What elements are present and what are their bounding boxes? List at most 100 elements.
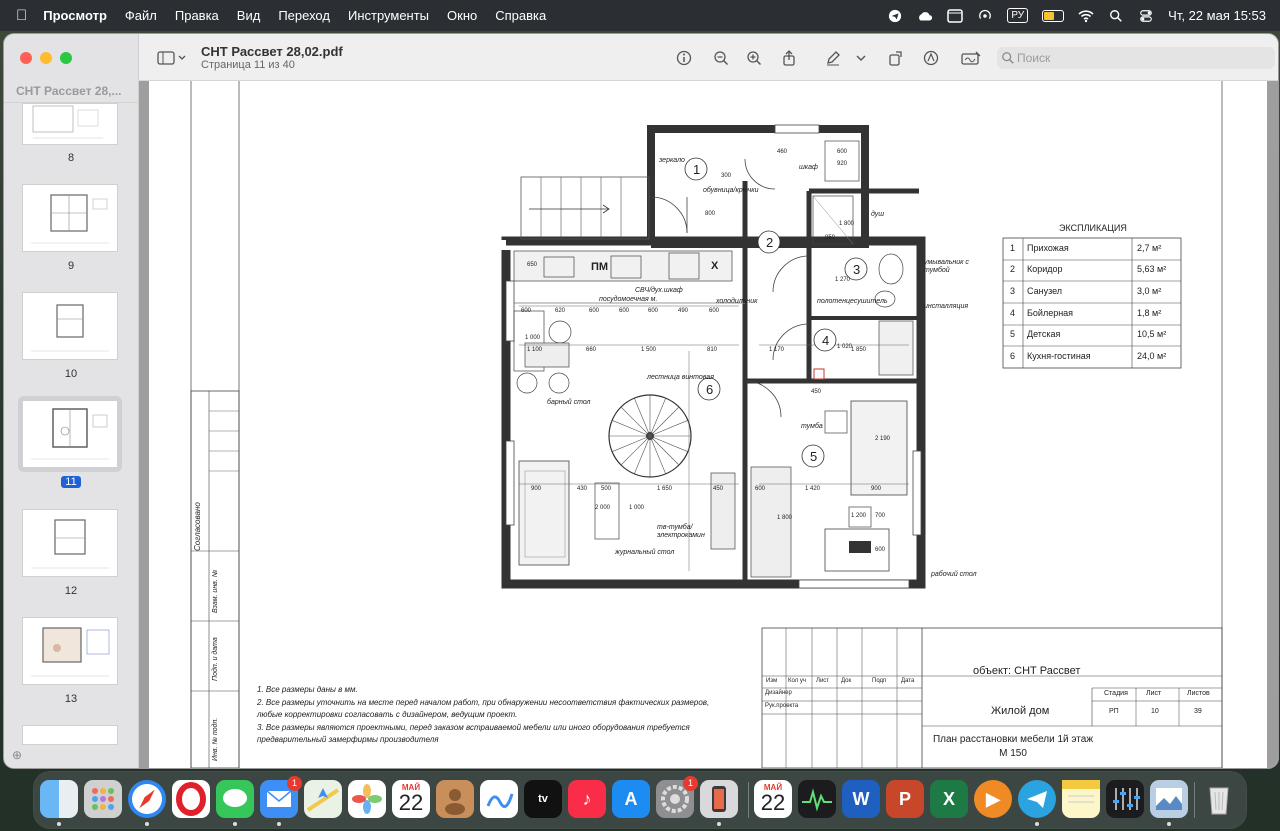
contacts-icon[interactable] <box>436 780 474 818</box>
telegram-icon[interactable] <box>1018 780 1056 818</box>
running-indicator <box>1167 822 1171 826</box>
explication-room-name: Санузел <box>1027 286 1063 296</box>
running-indicator <box>717 822 721 826</box>
input-source-badge[interactable]: РУ <box>1007 8 1029 23</box>
document-viewport[interactable]: 1 2 3 4 5 6 зеркало обувница/крючки шкаф… <box>139 81 1278 768</box>
trash-icon[interactable] <box>1200 780 1238 818</box>
word-icon[interactable]: W <box>842 780 880 818</box>
page-thumbnail-9[interactable] <box>23 185 117 251</box>
label-install: инсталляция <box>924 303 969 310</box>
dim: 920 <box>837 161 848 167</box>
system-settings-icon[interactable]: 1 <box>656 776 698 818</box>
sidebar-toggle-icon[interactable] <box>157 50 187 66</box>
stamp-sheet-title: План расстановки мебели 1й этаж <box>932 734 1094 745</box>
note-line: 1. Все размеры даны в мм. <box>257 685 358 694</box>
minimize-button[interactable] <box>40 52 52 64</box>
chevron-down-icon[interactable] <box>855 50 867 66</box>
control-center-icon[interactable] <box>1138 9 1154 23</box>
clock[interactable]: Чт, 22 мая 15:53 <box>1168 8 1266 23</box>
share-icon[interactable] <box>781 50 797 66</box>
dim: 1 170 <box>769 347 785 353</box>
add-page-icon[interactable]: ⊕ <box>12 748 22 762</box>
stamp-object: объект: СНТ Рассвет <box>973 665 1081 677</box>
page-thumbnail-11[interactable] <box>23 401 117 467</box>
pdf-page: 1 2 3 4 5 6 зеркало обувница/крючки шкаф… <box>149 81 1267 768</box>
zoom-out-icon[interactable] <box>713 50 729 66</box>
photos-icon[interactable] <box>348 780 386 818</box>
menu-file[interactable]: Файл <box>125 8 157 23</box>
running-indicator <box>277 822 281 826</box>
stamp-sheet-header: Лист <box>1146 690 1162 697</box>
messages-icon[interactable] <box>216 780 254 818</box>
app-menu[interactable]: Просмотр <box>43 8 107 23</box>
stamp-col: Док <box>841 678 852 684</box>
stamp-building: Жилой дом <box>991 705 1050 717</box>
dim: 600 <box>837 149 848 155</box>
audio-mixer-icon[interactable] <box>1106 780 1144 818</box>
preview-window: СНТ Рассвет 28,... 8 9 10 11 12 13 ⊕ СНТ… <box>4 34 1278 768</box>
note-line: 2. Все размеры уточнить на месте перед н… <box>257 697 710 707</box>
launchpad-icon[interactable] <box>84 780 122 818</box>
finder-icon[interactable] <box>40 780 78 818</box>
stamp-col: Подп <box>872 678 887 684</box>
freeform-icon[interactable] <box>480 780 518 818</box>
dim: 600 <box>709 308 720 314</box>
window-icon[interactable] <box>947 8 964 23</box>
telegram-status-icon[interactable] <box>887 9 903 23</box>
maps-icon[interactable] <box>304 780 342 818</box>
markup-pen-icon[interactable] <box>825 50 841 66</box>
explication-room-name: Кухня-гостиная <box>1027 351 1091 361</box>
calendar-icon[interactable]: МАЙ 22 <box>392 780 430 818</box>
page-thumbnail-14[interactable] <box>23 726 117 744</box>
infuse-icon[interactable]: ▶ <box>974 780 1012 818</box>
apple-menu-icon[interactable]:  <box>16 7 27 24</box>
battery-icon[interactable] <box>1042 9 1065 22</box>
label-pm: ПМ <box>591 261 609 273</box>
safari-icon[interactable] <box>128 780 166 818</box>
annotate-icon[interactable] <box>923 50 939 66</box>
close-button[interactable] <box>20 52 32 64</box>
airdrop-icon[interactable] <box>977 9 993 23</box>
dim: 600 <box>648 308 659 314</box>
app-store-icon[interactable]: A <box>612 780 650 818</box>
label-sink: умывальник с тумбой <box>924 259 969 274</box>
zoom-button[interactable] <box>60 52 72 64</box>
zoom-in-icon[interactable] <box>746 50 762 66</box>
search-field[interactable]: Поиск <box>997 47 1275 69</box>
page-thumbnail-13[interactable] <box>23 618 117 684</box>
info-icon[interactable] <box>676 50 692 66</box>
powerpoint-icon[interactable]: P <box>886 780 924 818</box>
dim: 1 420 <box>805 486 821 492</box>
menu-edit[interactable]: Правка <box>175 8 219 23</box>
activity-monitor-icon[interactable] <box>798 780 836 818</box>
notes-icon[interactable] <box>1062 780 1100 818</box>
thumbnail-number: 9 <box>67 260 75 272</box>
menu-tools[interactable]: Инструменты <box>348 8 429 23</box>
page-thumbnail-8[interactable] <box>23 104 117 144</box>
iphone-mirroring-icon[interactable] <box>700 780 738 818</box>
preview-icon[interactable] <box>1150 780 1188 818</box>
explication-number: 4 <box>1010 308 1016 318</box>
apple-tv-icon[interactable]: tv <box>524 780 562 818</box>
music-icon[interactable]: ♪ <box>568 780 606 818</box>
excel-icon[interactable]: X <box>930 780 968 818</box>
label-desk: рабочий стол <box>931 571 977 578</box>
page-thumbnail-12[interactable] <box>23 510 117 576</box>
rotate-icon[interactable] <box>888 50 904 66</box>
opera-icon[interactable] <box>172 780 210 818</box>
label-dishwasher: посудомоечная м. <box>599 296 658 303</box>
menu-help[interactable]: Справка <box>495 8 546 23</box>
calendar-recent-icon[interactable]: МАЙ 22 <box>754 780 792 818</box>
explication-area: 3,0 м² <box>1137 286 1162 296</box>
wifi-icon[interactable] <box>1078 9 1094 23</box>
sidebar-title: СНТ Рассвет 28,... <box>16 84 122 98</box>
spotlight-icon[interactable] <box>1108 9 1124 23</box>
page-thumbnail-10[interactable] <box>23 293 117 359</box>
mail-icon[interactable]: 1 <box>260 776 302 818</box>
signature-icon[interactable] <box>961 50 981 66</box>
menu-window[interactable]: Окно <box>447 8 477 23</box>
menu-go[interactable]: Переход <box>278 8 330 23</box>
stamp-sheets: 39 <box>1194 708 1202 715</box>
cloud-icon[interactable] <box>917 9 933 23</box>
menu-view[interactable]: Вид <box>237 8 261 23</box>
